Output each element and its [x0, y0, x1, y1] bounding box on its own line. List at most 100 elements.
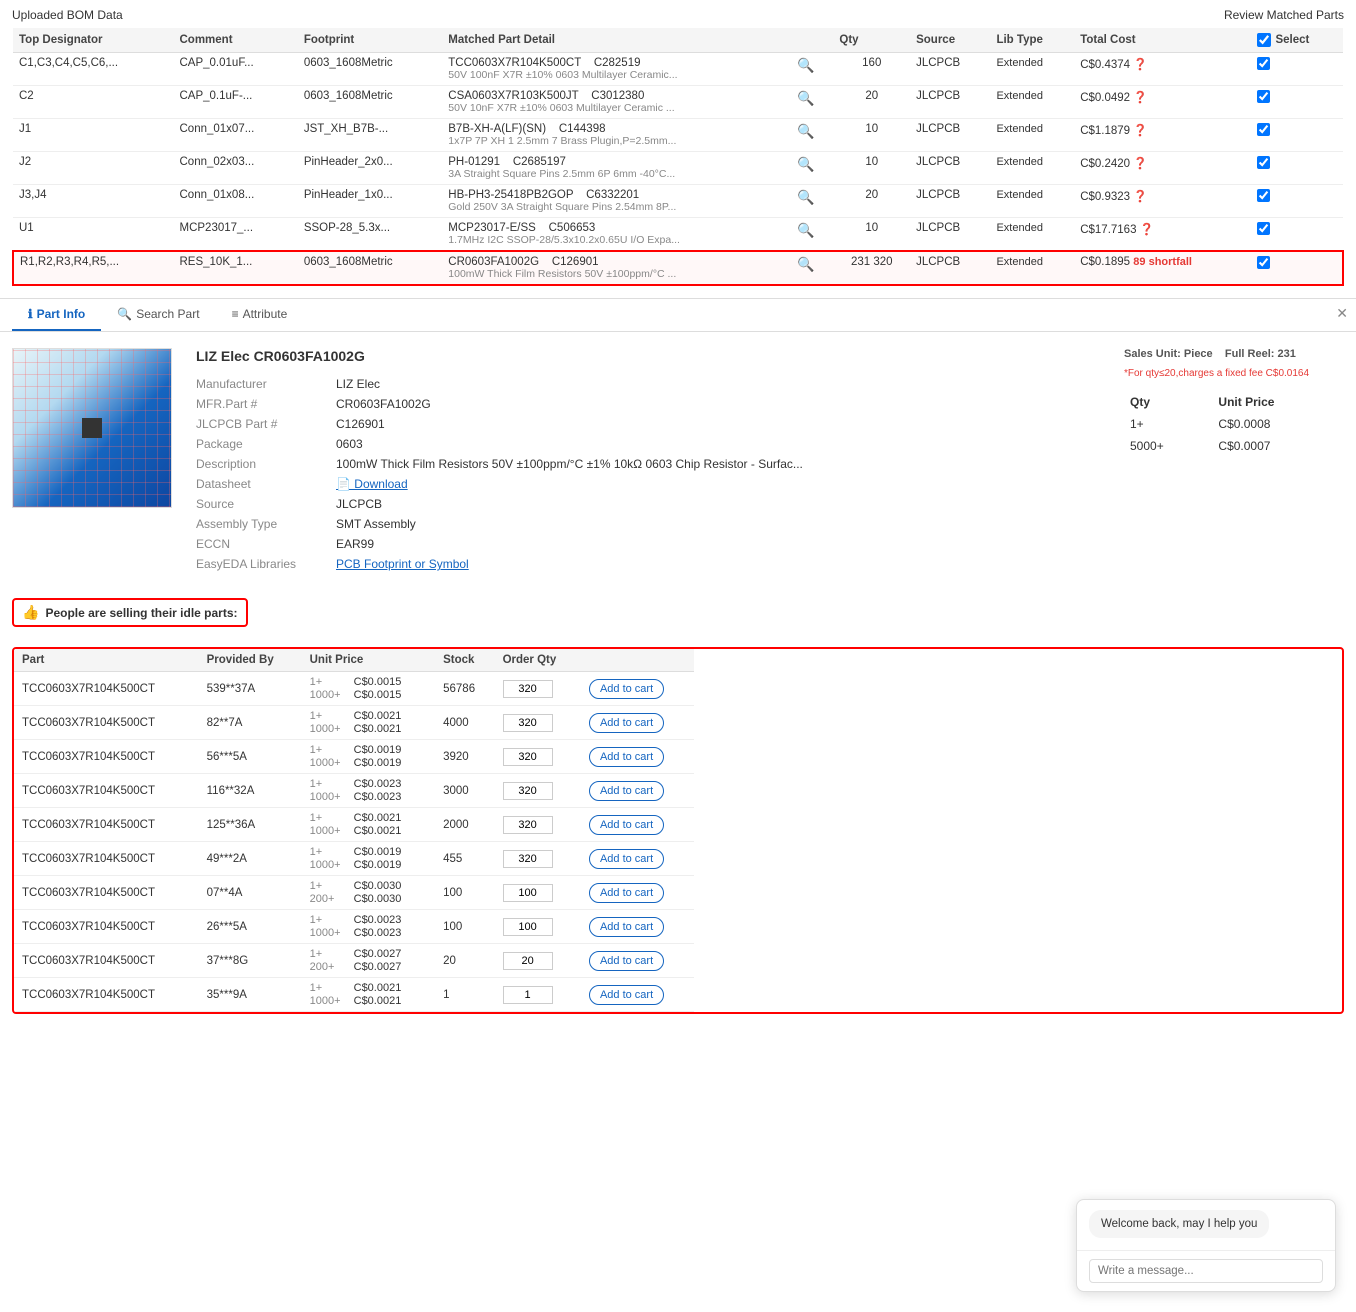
search-icon-cell[interactable]: 🔍 [791, 251, 833, 285]
add-to-cart-button[interactable]: Add to cart [589, 849, 664, 869]
row-checkbox[interactable] [1257, 189, 1270, 202]
idle-unit-price: 1+ C$0.0019 1000+ C$0.0019 [302, 740, 436, 774]
idle-stock: 455 [435, 842, 494, 876]
idle-add-to-cart[interactable]: Add to cart [581, 910, 694, 944]
idle-parts-section: 👍 People are selling their idle parts: P… [0, 590, 1356, 1026]
cell-matched-part: TCC0603X7R104K500CT C282519 50V 100nF X7… [442, 53, 791, 86]
idle-unit-price: 1+ C$0.0027 200+ C$0.0027 [302, 944, 436, 978]
cell-source: JLCPCB [910, 218, 990, 252]
row-checkbox[interactable] [1257, 90, 1270, 103]
cell-select[interactable] [1251, 53, 1343, 86]
search-icon-cell[interactable]: 🔍 [791, 152, 833, 185]
cell-select[interactable] [1251, 218, 1343, 252]
idle-add-to-cart[interactable]: Add to cart [581, 808, 694, 842]
download-link[interactable]: 📄 Download [336, 477, 408, 491]
add-to-cart-button[interactable]: Add to cart [589, 781, 664, 801]
order-qty-input[interactable] [503, 680, 553, 698]
cell-qty: 10 [833, 218, 910, 252]
add-to-cart-button[interactable]: Add to cart [589, 883, 664, 903]
idle-order-qty[interactable] [495, 774, 581, 808]
cell-select[interactable] [1251, 251, 1343, 285]
row-checkbox[interactable] [1257, 123, 1270, 136]
idle-add-to-cart[interactable]: Add to cart [581, 876, 694, 910]
section-headers: Uploaded BOM Data Review Matched Parts [12, 8, 1344, 22]
add-to-cart-button[interactable]: Add to cart [589, 917, 664, 937]
price-tier-val: C$0.0030 [354, 880, 402, 892]
tabs-row: ℹ Part Info 🔍 Search Part ≡ Attribute [0, 299, 1356, 332]
price-tier-val: C$0.0021 [354, 812, 402, 824]
idle-order-qty[interactable] [495, 808, 581, 842]
order-qty-input[interactable] [503, 816, 553, 834]
idle-add-to-cart[interactable]: Add to cart [581, 774, 694, 808]
row-checkbox[interactable] [1257, 222, 1270, 235]
row-checkbox[interactable] [1257, 156, 1270, 169]
idle-order-qty[interactable] [495, 910, 581, 944]
search-icon-cell[interactable]: 🔍 [791, 185, 833, 218]
idle-order-qty[interactable] [495, 944, 581, 978]
col-designator: Top Designator [13, 28, 174, 53]
cell-designator: C2 [13, 86, 174, 119]
tab-part-info[interactable]: ℹ Part Info [12, 299, 101, 331]
add-to-cart-button[interactable]: Add to cart [589, 679, 664, 699]
idle-add-to-cart[interactable]: Add to cart [581, 672, 694, 706]
order-qty-input[interactable] [503, 986, 553, 1004]
price-tier-val: C$0.0021 [354, 982, 402, 994]
list-item: TCC0603X7R104K500CT 82**7A 1+ C$0.0021 1… [14, 706, 694, 740]
cell-select[interactable] [1251, 119, 1343, 152]
idle-order-qty[interactable] [495, 842, 581, 876]
close-button[interactable]: ✕ [1336, 305, 1348, 322]
cell-lib-type: Extended [990, 53, 1074, 86]
order-qty-input[interactable] [503, 952, 553, 970]
idle-order-qty[interactable] [495, 740, 581, 774]
cell-comment: MCP23017_... [174, 218, 298, 252]
cell-select[interactable] [1251, 86, 1343, 119]
row-checkbox[interactable] [1257, 256, 1270, 269]
idle-add-to-cart[interactable]: Add to cart [581, 978, 694, 1012]
idle-add-to-cart[interactable]: Add to cart [581, 740, 694, 774]
cell-select[interactable] [1251, 185, 1343, 218]
part-field-row: ECCN EAR99 [196, 534, 1100, 554]
pcb-link[interactable]: PCB Footprint or Symbol [336, 557, 469, 571]
order-qty-input[interactable] [503, 850, 553, 868]
list-item: TCC0603X7R104K500CT 539**37A 1+ C$0.0015… [14, 672, 694, 706]
search-icon-cell[interactable]: 🔍 [791, 119, 833, 152]
add-to-cart-button[interactable]: Add to cart [589, 815, 664, 835]
idle-order-qty[interactable] [495, 706, 581, 740]
tab-attribute[interactable]: ≡ Attribute [216, 299, 304, 331]
idle-order-qty[interactable] [495, 672, 581, 706]
idle-add-to-cart[interactable]: Add to cart [581, 706, 694, 740]
idle-provider: 56***5A [199, 740, 302, 774]
idle-part-name: TCC0603X7R104K500CT [14, 876, 199, 910]
search-icon-cell[interactable]: 🔍 [791, 53, 833, 86]
add-to-cart-button[interactable]: Add to cart [589, 747, 664, 767]
order-qty-input[interactable] [503, 782, 553, 800]
idle-add-to-cart[interactable]: Add to cart [581, 842, 694, 876]
idle-stock: 2000 [435, 808, 494, 842]
field-label: ECCN [196, 534, 336, 554]
chat-input[interactable] [1089, 1259, 1323, 1283]
add-to-cart-button[interactable]: Add to cart [589, 713, 664, 733]
table-row: J3,J4 Conn_01x08... PinHeader_1x0... HB-… [13, 185, 1343, 218]
search-icon-cell[interactable]: 🔍 [791, 86, 833, 119]
add-to-cart-button[interactable]: Add to cart [589, 985, 664, 1005]
chat-input-area[interactable] [1077, 1250, 1335, 1291]
order-qty-input[interactable] [503, 714, 553, 732]
cell-select[interactable] [1251, 152, 1343, 185]
part-field-row: Manufacturer LIZ Elec [196, 374, 1100, 394]
col-matched-part: Matched Part Detail [442, 28, 791, 53]
add-to-cart-button[interactable]: Add to cart [589, 951, 664, 971]
order-qty-input[interactable] [503, 748, 553, 766]
order-qty-input[interactable] [503, 884, 553, 902]
select-all-checkbox[interactable] [1257, 33, 1271, 47]
idle-add-to-cart[interactable]: Add to cart [581, 944, 694, 978]
col-search [791, 28, 833, 53]
idle-order-qty[interactable] [495, 978, 581, 1012]
cell-lib-type: Extended [990, 185, 1074, 218]
cell-comment: CAP_0.1uF-... [174, 86, 298, 119]
idle-order-qty[interactable] [495, 876, 581, 910]
order-qty-input[interactable] [503, 918, 553, 936]
search-icon-cell[interactable]: 🔍 [791, 218, 833, 252]
tab-search-part[interactable]: 🔍 Search Part [101, 299, 215, 331]
price-tier-qty: 1+ [1124, 413, 1212, 435]
row-checkbox[interactable] [1257, 57, 1270, 70]
